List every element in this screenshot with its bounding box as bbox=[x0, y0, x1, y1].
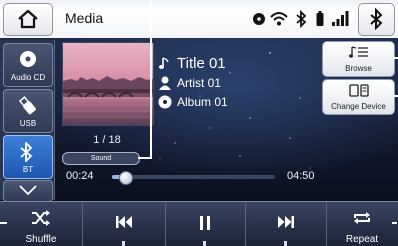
bluetooth-icon bbox=[370, 8, 383, 30]
shuffle-button[interactable]: Shuffle bbox=[0, 202, 83, 246]
previous-button[interactable] bbox=[82, 202, 166, 246]
source-scroll-down-button[interactable] bbox=[3, 180, 53, 202]
pause-button[interactable] bbox=[165, 202, 246, 246]
page-title: Media bbox=[65, 10, 104, 26]
album-art-image bbox=[63, 43, 153, 125]
shuffle-icon bbox=[32, 210, 50, 226]
wifi-icon bbox=[270, 12, 288, 26]
bluetooth-status-icon bbox=[296, 9, 307, 29]
repeat-label: Repeat bbox=[345, 234, 379, 245]
bluetooth-button[interactable] bbox=[358, 3, 395, 36]
repeat-indicator bbox=[392, 222, 397, 224]
album-row: Album 01 bbox=[157, 93, 228, 111]
header-bar: Media bbox=[0, 0, 398, 39]
artist-name: Artist 01 bbox=[177, 76, 222, 90]
browse-indicator bbox=[393, 57, 398, 59]
sound-button[interactable]: Sound bbox=[62, 152, 140, 165]
album-name: Album 01 bbox=[177, 95, 228, 109]
next-tick bbox=[284, 241, 287, 246]
callout-line-left bbox=[0, 222, 7, 224]
artist-icon bbox=[159, 76, 171, 90]
home-button[interactable] bbox=[3, 3, 53, 36]
home-icon bbox=[18, 9, 38, 29]
callout-line-horizontal bbox=[138, 157, 152, 159]
disc-icon bbox=[20, 51, 36, 67]
source-usb[interactable]: USB bbox=[3, 89, 53, 133]
usb-icon bbox=[19, 96, 36, 115]
browse-button[interactable]: Browse bbox=[322, 41, 395, 77]
source-label: BT bbox=[22, 165, 34, 174]
pause-tick bbox=[203, 241, 206, 246]
source-label: Audio CD bbox=[10, 73, 46, 82]
elapsed-time: 00:24 bbox=[66, 170, 94, 182]
pause-icon bbox=[200, 216, 210, 230]
track-counter: 1 / 18 bbox=[93, 134, 121, 146]
source-bt[interactable]: BT bbox=[3, 135, 53, 179]
total-time: 04:50 bbox=[287, 170, 315, 182]
bluetooth-icon bbox=[20, 142, 33, 162]
change-device-icon bbox=[349, 84, 369, 97]
change-device-label: Change Device bbox=[331, 102, 386, 111]
progress-knob[interactable] bbox=[119, 171, 134, 185]
playback-controls: Shuffle Repeat bbox=[0, 201, 398, 246]
source-panel: Audio CD USB BT bbox=[0, 40, 55, 202]
chevron-down-icon bbox=[19, 185, 37, 196]
now-playing-area: Audio CD USB BT 1 / 18 Sound Title 01 Ar… bbox=[0, 38, 398, 202]
shuffle-label: Shuffle bbox=[25, 234, 57, 245]
repeat-button[interactable]: Repeat bbox=[326, 202, 398, 246]
music-note-icon bbox=[159, 57, 169, 69]
album-art bbox=[62, 42, 154, 126]
track-title-row: Title 01 bbox=[157, 54, 226, 72]
artist-row: Artist 01 bbox=[157, 74, 221, 92]
previous-tick bbox=[122, 241, 125, 246]
media-screen: Media Audio CD USB BT 1 / 18 Sound Title… bbox=[0, 0, 398, 246]
callout-line-vertical bbox=[150, 0, 152, 158]
album-icon bbox=[158, 95, 172, 109]
repeat-icon bbox=[354, 212, 370, 224]
change-device-button[interactable]: Change Device bbox=[322, 79, 395, 115]
track-title: Title 01 bbox=[177, 54, 226, 72]
battery-icon bbox=[316, 11, 324, 26]
source-label: USB bbox=[19, 119, 37, 128]
browse-list-icon bbox=[349, 46, 368, 58]
disc-status-icon bbox=[253, 13, 265, 25]
change-device-indicator bbox=[393, 95, 398, 97]
source-audio-cd[interactable]: Audio CD bbox=[3, 43, 53, 87]
browse-label: Browse bbox=[345, 64, 372, 73]
skip-next-icon bbox=[277, 216, 294, 228]
progress-bar[interactable] bbox=[112, 171, 275, 185]
next-button[interactable] bbox=[245, 202, 327, 246]
skip-previous-icon bbox=[115, 216, 132, 228]
signal-bars-icon bbox=[332, 11, 349, 26]
